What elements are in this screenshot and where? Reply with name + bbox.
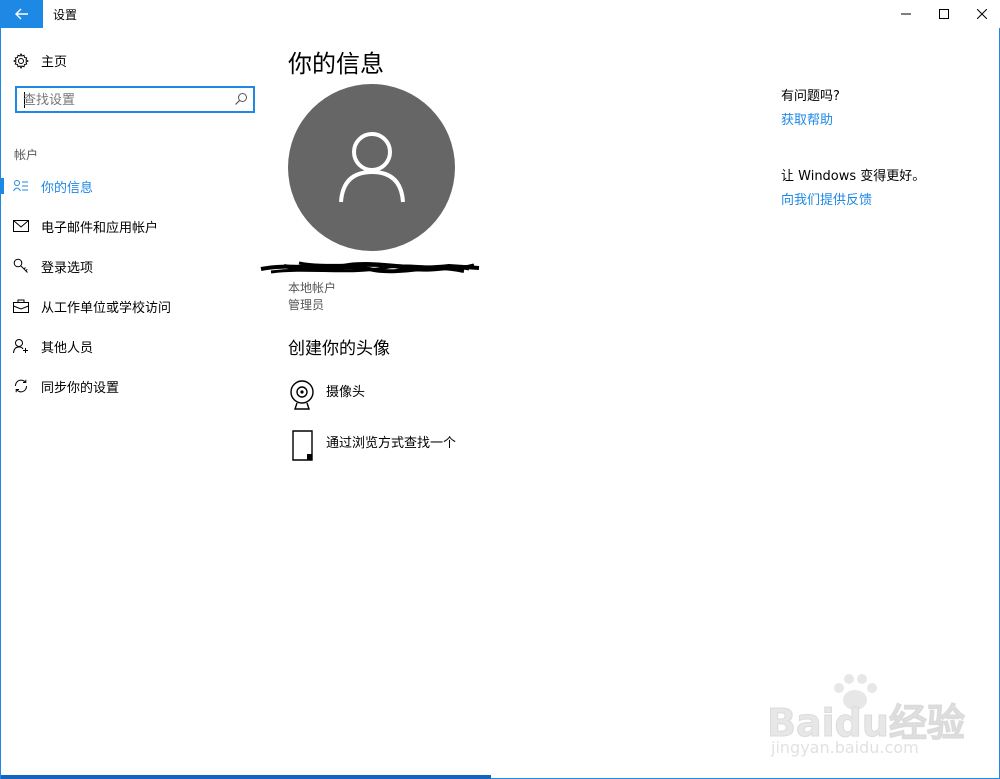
close-button[interactable] bbox=[961, 0, 1000, 28]
document-icon bbox=[288, 430, 318, 462]
close-icon bbox=[977, 9, 987, 19]
improve-windows-text: 让 Windows 变得更好。 bbox=[781, 169, 926, 184]
maximize-button[interactable] bbox=[923, 0, 965, 28]
search-icon[interactable] bbox=[234, 92, 248, 106]
taskbar-edge bbox=[1, 775, 491, 779]
sidebar-item-label: 从工作单位或学校访问 bbox=[41, 300, 172, 316]
webcam-icon bbox=[288, 379, 318, 411]
arrow-left-icon bbox=[15, 8, 28, 20]
title-bar: 设置 bbox=[1, 0, 1000, 28]
settings-window: 设置 主页 帐户 bbox=[0, 0, 1000, 779]
baidu-watermark: Baidu经验 jingyan.baidu.com bbox=[765, 672, 965, 762]
camera-option[interactable]: 摄像头 bbox=[288, 379, 365, 411]
avatar bbox=[288, 84, 455, 251]
maximize-icon bbox=[939, 9, 949, 19]
person-list-icon bbox=[13, 178, 29, 194]
gear-icon bbox=[13, 52, 29, 69]
home-label: 主页 bbox=[41, 55, 68, 70]
sidebar-item-email-accounts[interactable]: 电子邮件和应用帐户 bbox=[1, 211, 271, 241]
account-role: 管理员 bbox=[288, 298, 325, 312]
back-button[interactable] bbox=[1, 0, 43, 28]
browse-option[interactable]: 通过浏览方式查找一个 bbox=[288, 430, 456, 462]
sidebar-item-label: 其他人员 bbox=[41, 340, 94, 356]
home-button[interactable]: 主页 bbox=[13, 51, 67, 70]
page-title: 你的信息 bbox=[288, 50, 384, 78]
get-help-link[interactable]: 获取帮助 bbox=[781, 109, 833, 128]
window-title: 设置 bbox=[53, 8, 78, 22]
sidebar-item-other-people[interactable]: 其他人员 bbox=[1, 331, 271, 361]
sidebar-item-sign-in-options[interactable]: 登录选项 bbox=[1, 251, 271, 281]
sidebar-item-label: 同步你的设置 bbox=[41, 380, 120, 396]
person-add-icon bbox=[13, 338, 29, 354]
sidebar: 主页 帐户 你的信息 bbox=[1, 28, 271, 768]
browse-option-label: 通过浏览方式查找一个 bbox=[326, 436, 457, 451]
watermark-url: jingyan.baidu.com bbox=[771, 738, 919, 757]
sync-icon bbox=[13, 378, 29, 394]
key-icon bbox=[13, 258, 29, 274]
account-type: 本地帐户 bbox=[288, 281, 337, 295]
sidebar-item-label: 电子邮件和应用帐户 bbox=[41, 220, 159, 236]
sidebar-item-work-school[interactable]: 从工作单位或学校访问 bbox=[1, 291, 271, 321]
sidebar-item-your-info[interactable]: 你的信息 bbox=[1, 171, 271, 201]
sidebar-item-sync-settings[interactable]: 同步你的设置 bbox=[1, 371, 271, 401]
help-question: 有问题吗? bbox=[781, 89, 840, 104]
briefcase-icon bbox=[13, 298, 29, 314]
section-label-accounts: 帐户 bbox=[14, 148, 39, 162]
redacted-username bbox=[260, 261, 480, 274]
feedback-link[interactable]: 向我们提供反馈 bbox=[781, 189, 872, 208]
camera-option-label: 摄像头 bbox=[326, 385, 366, 400]
user-silhouette-icon bbox=[338, 131, 405, 202]
sidebar-item-label: 你的信息 bbox=[41, 180, 94, 196]
create-avatar-heading: 创建你的头像 bbox=[288, 339, 390, 359]
search-box[interactable] bbox=[15, 86, 255, 113]
minimize-button[interactable] bbox=[885, 0, 927, 28]
sidebar-item-label: 登录选项 bbox=[41, 260, 94, 276]
search-input[interactable] bbox=[23, 91, 223, 109]
minimize-icon bbox=[901, 13, 911, 15]
mail-icon bbox=[13, 218, 29, 234]
